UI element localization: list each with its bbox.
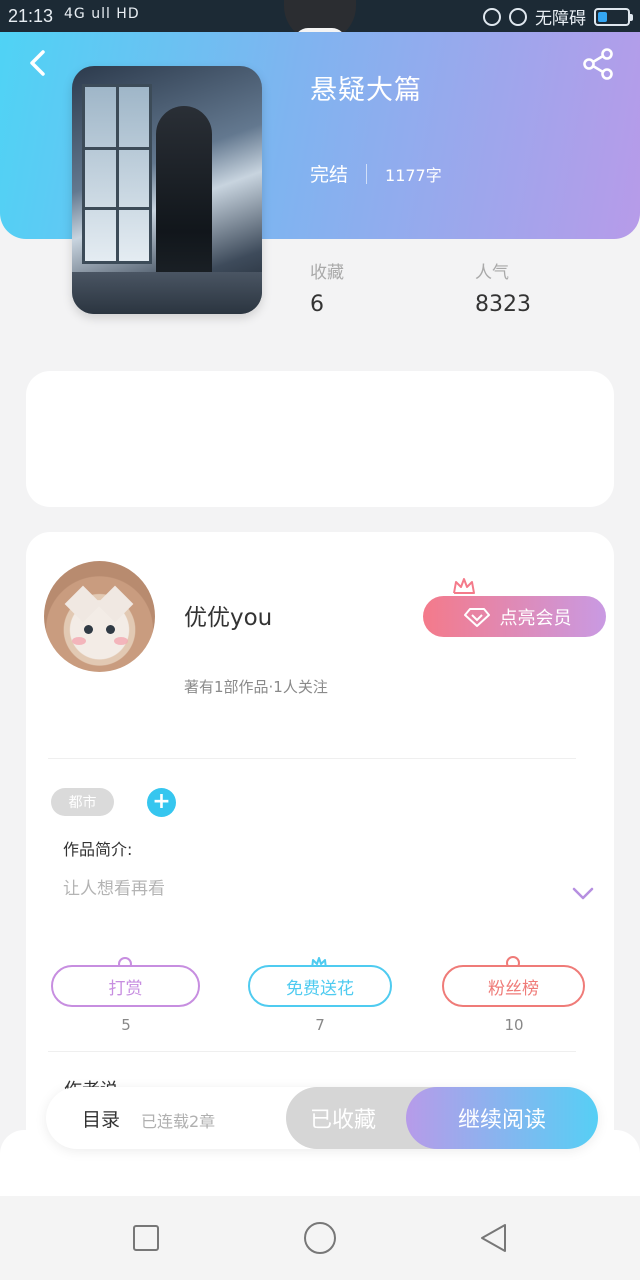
vip-button[interactable]: 点亮会员 xyxy=(423,596,606,637)
catalog-button[interactable]: 目录 xyxy=(82,1105,120,1132)
favorites-label: 收藏 xyxy=(310,263,344,283)
reward-button[interactable]: 打赏 xyxy=(51,965,200,1007)
intro-label: 作品简介: xyxy=(63,840,133,859)
divider xyxy=(48,758,576,759)
avatar-eye xyxy=(84,625,93,634)
avatar-ear xyxy=(96,585,134,623)
book-status: 完结 xyxy=(310,164,349,186)
triangle-back-icon[interactable] xyxy=(479,1222,509,1254)
avatar-cheek xyxy=(72,637,86,645)
circle-icon[interactable] xyxy=(304,1222,336,1254)
accessibility-label: 无障碍 xyxy=(535,9,586,29)
battery-icon xyxy=(594,7,633,26)
divider xyxy=(48,1051,576,1052)
signal-icon: 4G ull HD xyxy=(64,6,140,22)
serial-status: 已连载2章 xyxy=(141,1112,216,1131)
reward-count: 5 xyxy=(121,1016,131,1034)
square-icon[interactable] xyxy=(133,1225,159,1251)
avatar[interactable] xyxy=(44,561,155,672)
cover-window xyxy=(82,84,152,264)
fans-rank-label: 粉丝榜 xyxy=(488,978,539,999)
crown-icon xyxy=(453,578,475,594)
alarm-icon xyxy=(509,7,527,26)
send-flower-button[interactable]: 免费送花 xyxy=(248,965,392,1007)
continue-reading-label: 继续阅读 xyxy=(457,1108,546,1133)
popularity-value: 8323 xyxy=(475,292,531,317)
status-right: 无障碍 xyxy=(483,4,633,29)
book-cover[interactable] xyxy=(72,66,262,314)
continue-reading-button[interactable]: 继续阅读 xyxy=(406,1087,598,1149)
book-word-count: 1177字 xyxy=(385,165,442,185)
intro-text: 让人想看再看 xyxy=(63,879,165,899)
tag-city[interactable]: 都市 xyxy=(51,788,114,816)
book-meta: 完结 1177字 xyxy=(310,160,442,187)
diamond-icon xyxy=(463,607,490,627)
reward-label: 打赏 xyxy=(108,978,143,999)
avatar-eye xyxy=(106,625,115,634)
chevron-down-icon[interactable] xyxy=(572,886,594,902)
author-info: 著有1部作品·1人关注 xyxy=(184,678,328,696)
avatar-cheek xyxy=(114,637,128,645)
lock-rotation-icon xyxy=(483,7,501,26)
flower-count: 7 xyxy=(315,1016,325,1034)
fans-rank-button[interactable]: 粉丝榜 xyxy=(442,965,585,1007)
system-nav-bar xyxy=(0,1196,640,1280)
popularity-label: 人气 xyxy=(475,263,509,283)
cover-floor xyxy=(72,272,262,314)
book-title: 悬疑大篇 xyxy=(310,75,422,106)
meta-divider xyxy=(366,163,368,184)
reading-action-bar: 目录 已连载2章 已收藏 继续阅读 xyxy=(46,1087,598,1149)
chevron-left-icon[interactable] xyxy=(24,48,54,78)
status-time: 21:13 xyxy=(8,6,54,26)
add-tag-button[interactable]: + xyxy=(147,788,176,817)
collected-label: 已收藏 xyxy=(309,1108,376,1133)
author-name[interactable]: 优优you xyxy=(184,598,272,632)
vip-button-label: 点亮会员 xyxy=(499,607,572,629)
blank-card xyxy=(26,371,614,507)
fans-rank-count: 10 xyxy=(504,1016,524,1034)
battery-level xyxy=(598,11,607,22)
send-flower-label: 免费送花 xyxy=(286,978,354,999)
favorites-value: 6 xyxy=(310,292,324,317)
share-icon[interactable] xyxy=(580,46,616,82)
